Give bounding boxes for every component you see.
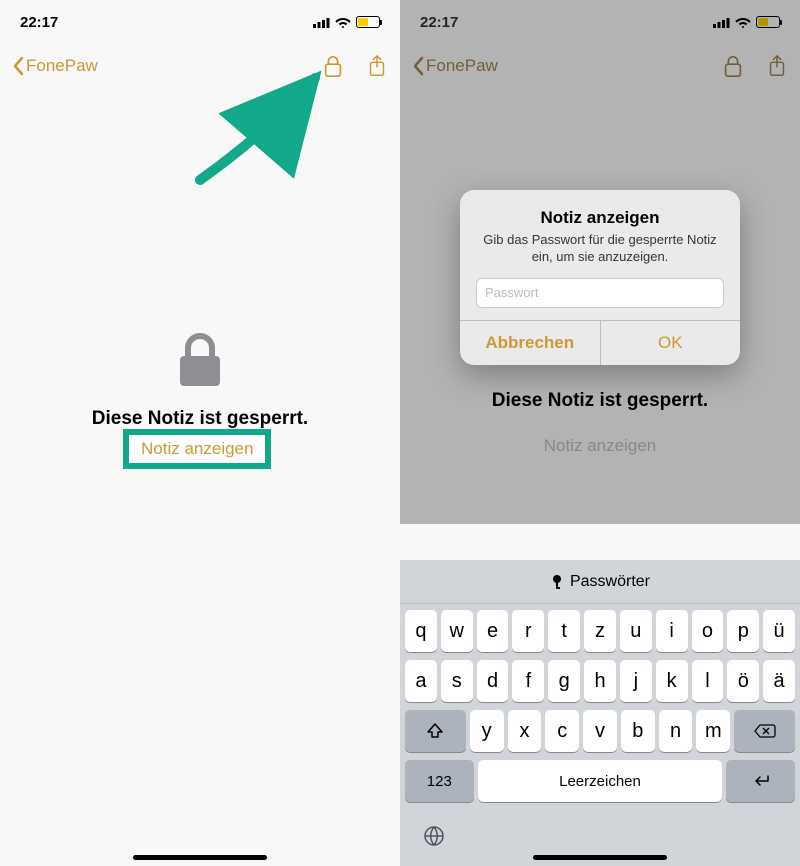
globe-key[interactable] — [422, 824, 446, 854]
key-e[interactable]: e — [477, 610, 509, 652]
locked-title: Diese Notiz ist gesperrt. — [492, 390, 708, 412]
key-icon — [550, 574, 564, 590]
key-u[interactable]: u — [620, 610, 652, 652]
key-y[interactable]: y — [470, 710, 504, 752]
cancel-button[interactable]: Abbrechen — [460, 321, 600, 365]
key-z[interactable]: z — [584, 610, 616, 652]
keyboard-row-4: 123 Leerzeichen — [403, 760, 797, 808]
key-v[interactable]: v — [583, 710, 617, 752]
password-input[interactable] — [476, 278, 724, 308]
keyboard-row-2: asdfghjklöä — [403, 660, 797, 702]
key-m[interactable]: m — [696, 710, 730, 752]
key-k[interactable]: k — [656, 660, 688, 702]
return-icon — [751, 774, 771, 788]
key-i[interactable]: i — [656, 610, 688, 652]
key-b[interactable]: b — [621, 710, 655, 752]
annotation-highlight-box: Notiz anzeigen — [123, 429, 271, 469]
key-j[interactable]: j — [620, 660, 652, 702]
key-r[interactable]: r — [512, 610, 544, 652]
backspace-key[interactable] — [734, 710, 795, 752]
key-d[interactable]: d — [477, 660, 509, 702]
suggestion-label: Passwörter — [570, 573, 650, 591]
chevron-left-icon — [12, 56, 24, 76]
home-indicator — [133, 855, 267, 860]
key-h[interactable]: h — [584, 660, 616, 702]
return-key[interactable] — [726, 760, 795, 802]
keyboard-suggestion-bar[interactable]: Passwörter — [400, 560, 800, 604]
locked-note-area: Diese Notiz ist gesperrt. Notiz anzeigen — [400, 390, 800, 456]
password-alert: Notiz anzeigen Gib das Passwort für die … — [460, 190, 740, 365]
back-button[interactable]: FonePaw — [12, 56, 322, 76]
locked-title: Diese Notiz ist gesperrt. — [92, 408, 308, 430]
screenshot-left: 22:17 FonePaw Diese Notiz ist gesperrt. … — [0, 0, 400, 866]
cellular-icon — [313, 17, 330, 28]
keyboard-row-1: qwertzuiopü — [403, 610, 797, 652]
lock-icon[interactable] — [322, 54, 344, 78]
screenshot-right: 22:17 FonePaw Diese Notiz ist gesperrt. … — [400, 0, 800, 866]
key-l[interactable]: l — [692, 660, 724, 702]
wifi-icon — [335, 16, 351, 28]
key-a[interactable]: a — [405, 660, 437, 702]
share-icon[interactable] — [366, 54, 388, 78]
shift-icon — [426, 722, 444, 740]
battery-icon — [356, 16, 380, 28]
key-p[interactable]: p — [727, 610, 759, 652]
key-ä[interactable]: ä — [763, 660, 795, 702]
status-bar: 22:17 — [0, 0, 400, 44]
nav-bar: FonePaw — [0, 44, 400, 88]
shift-key[interactable] — [405, 710, 466, 752]
key-f[interactable]: f — [512, 660, 544, 702]
view-note-button[interactable]: Notiz anzeigen — [141, 439, 253, 458]
alert-message: Gib das Passwort für die gesperrte Notiz… — [476, 232, 724, 266]
key-n[interactable]: n — [659, 710, 693, 752]
key-ü[interactable]: ü — [763, 610, 795, 652]
space-key[interactable]: Leerzeichen — [478, 760, 723, 802]
home-indicator — [533, 855, 667, 860]
key-g[interactable]: g — [548, 660, 580, 702]
back-label: FonePaw — [26, 56, 98, 76]
globe-icon — [422, 824, 446, 848]
key-o[interactable]: o — [692, 610, 724, 652]
view-note-button[interactable]: Notiz anzeigen — [544, 436, 656, 456]
key-q[interactable]: q — [405, 610, 437, 652]
ok-button[interactable]: OK — [600, 321, 741, 365]
key-s[interactable]: s — [441, 660, 473, 702]
key-w[interactable]: w — [441, 610, 473, 652]
key-ö[interactable]: ö — [727, 660, 759, 702]
numbers-key[interactable]: 123 — [405, 760, 474, 802]
locked-note-area: Diese Notiz ist gesperrt. — [0, 330, 400, 444]
keyboard: Passwörter qwertzuiopü asdfghjklöä yxcvb… — [400, 560, 800, 866]
keyboard-row-3: yxcvbnm — [403, 710, 797, 752]
annotation-arrow — [180, 70, 340, 190]
key-x[interactable]: x — [508, 710, 542, 752]
key-t[interactable]: t — [548, 610, 580, 652]
alert-title: Notiz anzeigen — [476, 208, 724, 228]
big-lock-icon — [170, 330, 230, 390]
status-icons — [313, 16, 380, 28]
backspace-icon — [754, 723, 776, 739]
status-time: 22:17 — [20, 14, 58, 31]
key-c[interactable]: c — [545, 710, 579, 752]
